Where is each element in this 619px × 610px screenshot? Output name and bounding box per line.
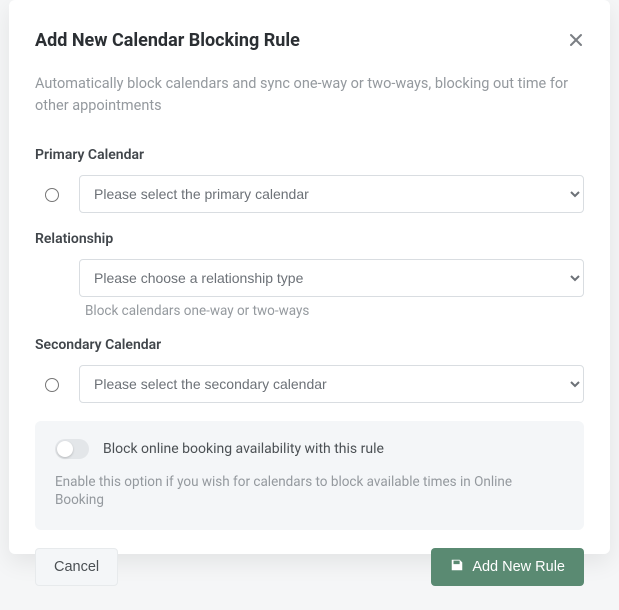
add-new-rule-button[interactable]: Add New Rule — [431, 548, 584, 586]
modal-title: Add New Calendar Blocking Rule — [35, 30, 300, 51]
relationship-select[interactable]: Please choose a relationship type — [79, 259, 584, 297]
save-icon — [450, 558, 464, 576]
secondary-calendar-select[interactable]: Please select the secondary calendar — [79, 365, 584, 403]
secondary-calendar-label: Secondary Calendar — [35, 337, 584, 353]
block-online-booking-toggle[interactable] — [55, 439, 89, 459]
primary-calendar-select[interactable]: Please select the primary calendar — [79, 175, 584, 213]
block-online-booking-help: Enable this option if you wish for calen… — [55, 473, 564, 511]
calendar-blocking-rule-modal: Add New Calendar Blocking Rule Automatic… — [9, 0, 610, 554]
block-online-booking-card: Block online booking availability with t… — [35, 421, 584, 531]
modal-description: Automatically block calendars and sync o… — [35, 73, 584, 117]
close-icon[interactable] — [568, 32, 584, 48]
primary-calendar-radio[interactable] — [45, 188, 59, 202]
secondary-calendar-radio[interactable] — [45, 378, 59, 392]
primary-calendar-label: Primary Calendar — [35, 147, 584, 163]
relationship-hint: Block calendars one-way or two-ways — [85, 303, 584, 319]
cancel-button[interactable]: Cancel — [35, 548, 118, 586]
relationship-label: Relationship — [35, 231, 584, 247]
block-online-booking-toggle-label: Block online booking availability with t… — [103, 441, 384, 457]
